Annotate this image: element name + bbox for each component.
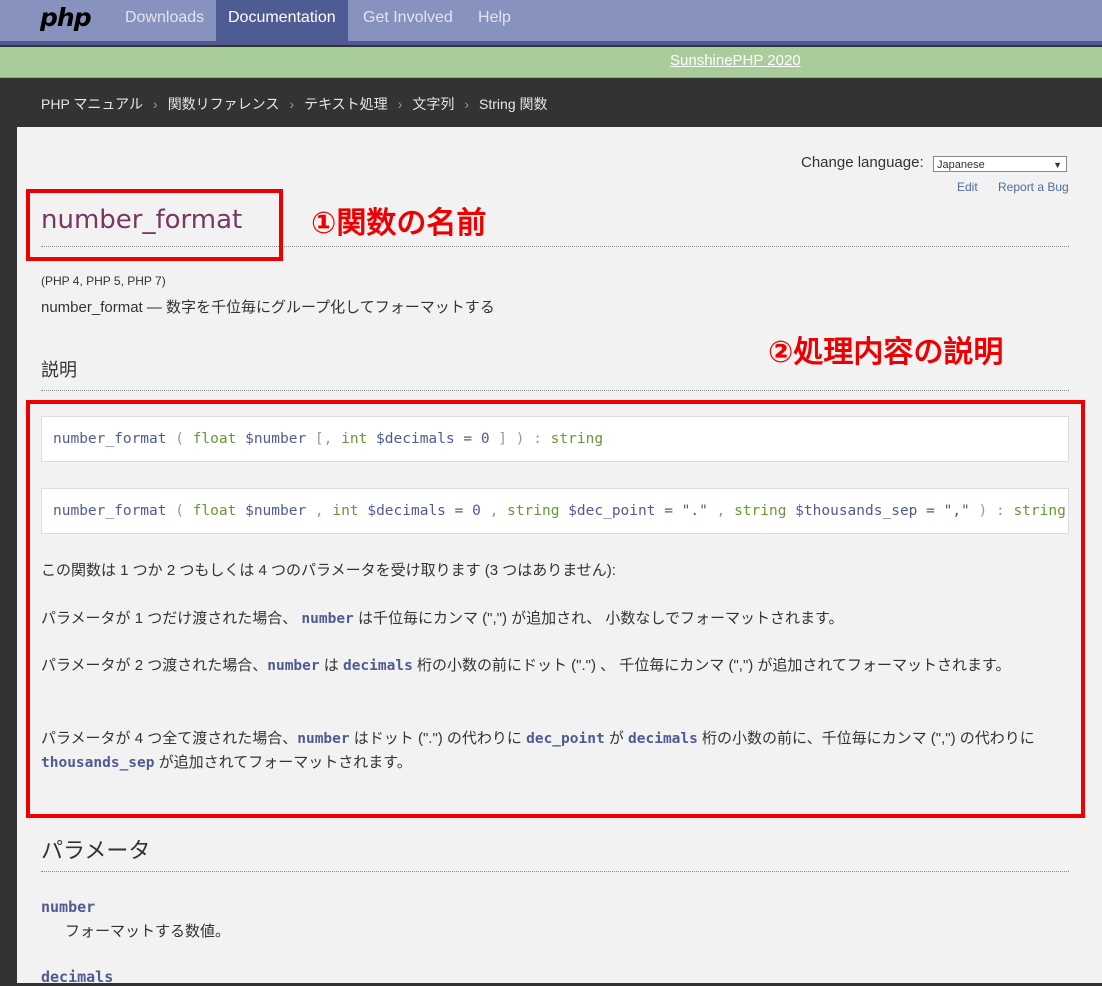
breadcrumb-separator: › <box>397 96 403 112</box>
param-term-decimals: decimals <box>41 968 114 986</box>
breadcrumb-item[interactable]: 文字列 <box>412 96 454 112</box>
annotation-box-function-name <box>26 189 283 261</box>
param-description: フォーマットする数値。 <box>65 923 231 940</box>
breadcrumb-item[interactable]: テキスト処理 <box>304 96 388 112</box>
announcement-banner: SunshinePHP 2020 <box>0 47 1102 78</box>
php-logo[interactable]: php <box>40 3 92 32</box>
dropdown-arrow-icon: ▼ <box>1053 160 1062 170</box>
breadcrumb-separator: › <box>289 96 295 112</box>
report-bug-link[interactable]: Report a Bug <box>998 180 1069 194</box>
ref-purpose: number_format — 数字を千位毎にグループ化してフォーマットする <box>41 299 495 316</box>
breadcrumb-item[interactable]: 関数リファレンス <box>168 96 280 112</box>
breadcrumb-separator: › <box>464 96 470 112</box>
divider <box>41 390 1069 391</box>
breadcrumb-item[interactable]: String 関数 <box>479 96 547 112</box>
annotation-function-name: ①関数の名前 <box>311 206 487 241</box>
parameters-heading: パラメータ <box>41 838 151 863</box>
banner-link[interactable]: SunshinePHP 2020 <box>670 52 801 69</box>
annotation-box-description <box>26 400 1085 818</box>
edit-link[interactable]: Edit <box>957 180 978 194</box>
top-navbar: php Downloads Documentation Get Involved… <box>0 0 1102 45</box>
breadcrumb: PHP マニュアル › 関数リファレンス › テキスト処理 › 文字列 › String 関数 <box>41 94 548 114</box>
nav-get-involved[interactable]: Get Involved <box>351 0 465 41</box>
description-heading: 説明 <box>41 360 77 380</box>
param-term-number: number <box>41 898 96 916</box>
nav-documentation[interactable]: Documentation <box>216 0 348 41</box>
change-language-label: Change language: <box>801 154 924 171</box>
version-info: (PHP 4, PHP 5, PHP 7) <box>41 274 166 288</box>
nav-help[interactable]: Help <box>466 0 523 41</box>
divider <box>41 871 1069 872</box>
breadcrumb-item[interactable]: PHP マニュアル <box>41 96 143 112</box>
nav-downloads[interactable]: Downloads <box>113 0 216 41</box>
annotation-description: ②処理内容の説明 <box>768 335 1004 370</box>
language-select[interactable]: Japanese ▼ <box>933 156 1067 172</box>
language-select-value: Japanese <box>937 159 985 171</box>
breadcrumb-separator: › <box>153 96 158 112</box>
